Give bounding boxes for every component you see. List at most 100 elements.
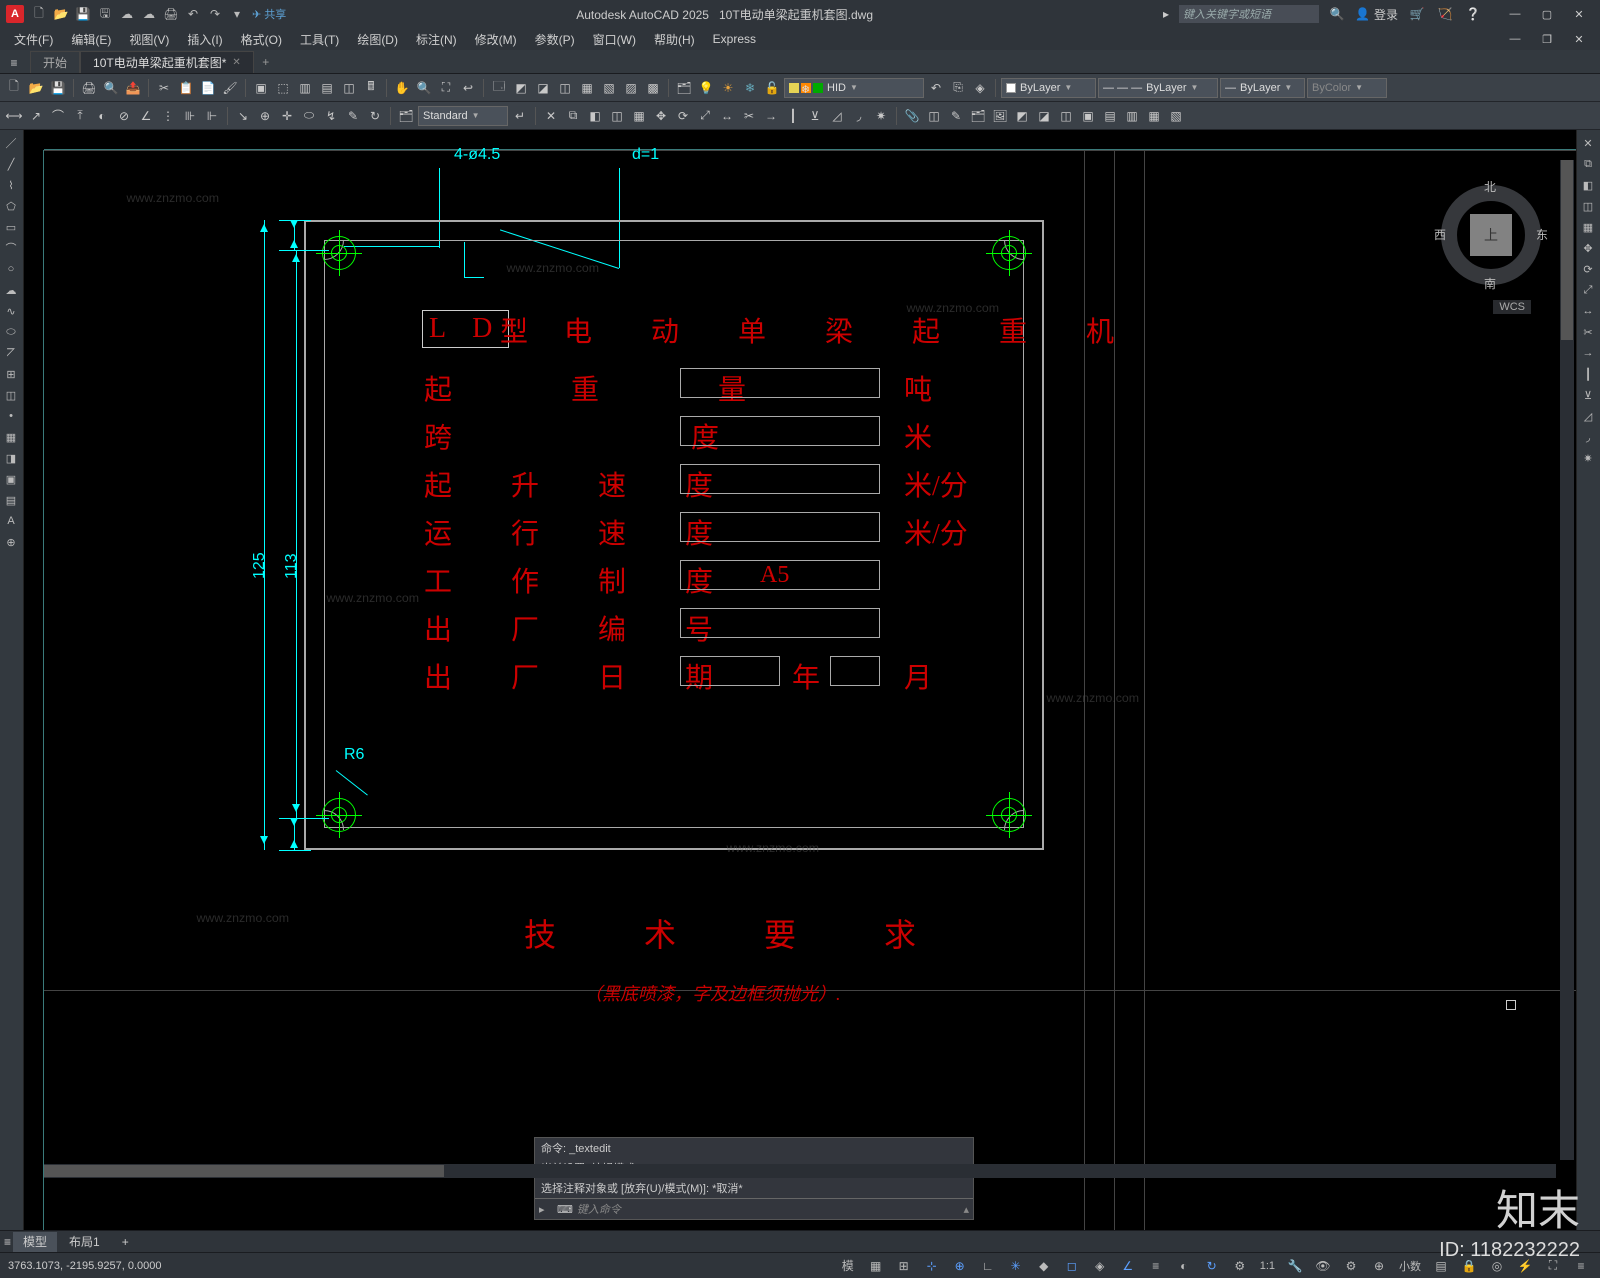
layer-iso-icon[interactable]: ◈ xyxy=(970,78,990,98)
tab-model[interactable]: 模型 xyxy=(13,1232,57,1252)
chamfer2-icon[interactable]: ◿ xyxy=(1579,407,1597,425)
hatch-icon[interactable]: ▦ xyxy=(2,428,20,446)
scrollbar-vertical[interactable] xyxy=(1560,160,1574,1160)
ref-attach-icon[interactable]: 📎 xyxy=(902,106,922,126)
t3-icon[interactable]: ◪ xyxy=(533,78,553,98)
layer-states-icon[interactable]: ⎘ xyxy=(948,78,968,98)
dynamic-input-toggle[interactable]: ⊕ xyxy=(949,1256,971,1276)
dim-baseline-icon[interactable]: ⊪ xyxy=(180,106,200,126)
array2-icon[interactable]: ▦ xyxy=(1579,218,1597,236)
dim-diameter-icon[interactable]: ⊘ xyxy=(114,106,134,126)
pan-icon[interactable]: ✋ xyxy=(392,78,412,98)
menu-tools[interactable]: 工具(T) xyxy=(292,29,347,49)
leader-icon[interactable]: ↘ xyxy=(233,106,253,126)
scrollbar-horizontal[interactable] xyxy=(44,1164,1556,1178)
wcs-label[interactable]: WCS xyxy=(1493,300,1531,314)
misc1-icon[interactable]: ◩ xyxy=(1012,106,1032,126)
menu-format[interactable]: 格式(O) xyxy=(233,29,290,49)
linetype-select[interactable]: — — —ByLayer▼ xyxy=(1098,78,1218,98)
menu-dimension[interactable]: 标注(N) xyxy=(408,29,465,49)
t5-icon[interactable]: ▦ xyxy=(577,78,597,98)
command-line[interactable]: 命令: _textedit 当前设置: 编辑模式 = Multiple 选择注释… xyxy=(534,1137,974,1220)
annomon-icon[interactable]: ⊕ xyxy=(1368,1256,1390,1276)
copy-icon[interactable]: 📋 xyxy=(176,78,196,98)
t8-icon[interactable]: ▩ xyxy=(643,78,663,98)
fillet2-icon[interactable]: ◞ xyxy=(1579,428,1597,446)
center-icon[interactable]: ✛ xyxy=(277,106,297,126)
doc-minimize-button[interactable]: — xyxy=(1500,30,1530,48)
menu-help[interactable]: 帮助(H) xyxy=(646,29,703,49)
extend-icon[interactable]: → xyxy=(761,106,781,126)
plotstyle-select[interactable]: ByColor▼ xyxy=(1307,78,1387,98)
menu-file[interactable]: 文件(F) xyxy=(6,29,61,49)
dim-continue-icon[interactable]: ⊩ xyxy=(202,106,222,126)
fillet-icon[interactable]: ◞ xyxy=(849,106,869,126)
rotate-icon[interactable]: ⟳ xyxy=(673,106,693,126)
transp-toggle[interactable]: ◐ xyxy=(1173,1256,1195,1276)
dim-angular-icon[interactable]: ∠ xyxy=(136,106,156,126)
misc5-icon[interactable]: ▤ xyxy=(1100,106,1120,126)
save-icon[interactable]: 💾 xyxy=(74,5,92,23)
share-button[interactable]: ✈ 共享 xyxy=(252,6,286,22)
menu-window[interactable]: 窗口(W) xyxy=(585,29,644,49)
stretch-icon[interactable]: ↔ xyxy=(717,106,737,126)
dim-style-icon[interactable]: 🗂 xyxy=(396,106,416,126)
autodesk-app-icon[interactable]: 🛒 xyxy=(1408,5,1426,23)
undo-icon[interactable]: ↶ xyxy=(184,5,202,23)
preview-icon[interactable]: 🔍 xyxy=(101,78,121,98)
inspect-icon[interactable]: ⬭ xyxy=(299,106,319,126)
menu-modify[interactable]: 修改(M) xyxy=(467,29,525,49)
ucs-icon[interactable]: ⬚ xyxy=(273,78,293,98)
lineweight-select[interactable]: —ByLayer▼ xyxy=(1220,78,1305,98)
block-icon[interactable]: ▣ xyxy=(251,78,271,98)
color-select[interactable]: ByLayer▼ xyxy=(1001,78,1096,98)
save2-icon[interactable]: 💾 xyxy=(48,78,68,98)
dim-radius-icon[interactable]: ◐ xyxy=(92,106,112,126)
misc7-icon[interactable]: ▦ xyxy=(1144,106,1164,126)
drawing-canvas[interactable]: 4-ø4.5 d=1 xyxy=(44,150,1576,1230)
tool-palettes-icon[interactable]: ▥ xyxy=(295,78,315,98)
start-tab-menu-icon[interactable]: ≡ xyxy=(4,53,24,73)
cmd-menu-icon[interactable]: ▴ xyxy=(963,1203,969,1216)
region-icon[interactable]: ▣ xyxy=(2,470,20,488)
doc-restore-button[interactable]: ❐ xyxy=(1532,30,1562,48)
copy3-icon[interactable]: ⧉ xyxy=(563,106,583,126)
dim-arc-icon[interactable]: ⌒ xyxy=(48,106,68,126)
bulb-icon[interactable]: 💡 xyxy=(696,78,716,98)
qnew-icon[interactable]: 🗋 xyxy=(4,78,24,98)
cmd-chevron-icon[interactable]: ▸ xyxy=(539,1203,553,1216)
insert-icon[interactable]: ⊞ xyxy=(2,365,20,383)
move2-icon[interactable]: ✥ xyxy=(1579,239,1597,257)
lwt-toggle[interactable]: ≡ xyxy=(1145,1256,1167,1276)
revcloud-icon[interactable]: ☁ xyxy=(2,281,20,299)
ellipse-icon[interactable]: ⬭ xyxy=(2,323,20,341)
osnap-toggle[interactable]: ◻ xyxy=(1061,1256,1083,1276)
doc-close-button[interactable]: ✕ xyxy=(1564,30,1594,48)
lock-icon[interactable]: 🔓 xyxy=(762,78,782,98)
menu-draw[interactable]: 绘图(D) xyxy=(349,29,406,49)
t4-icon[interactable]: ◫ xyxy=(555,78,575,98)
mtext-icon[interactable]: A xyxy=(2,512,20,530)
break2-icon[interactable]: ┃ xyxy=(1579,365,1597,383)
search-caret-icon[interactable]: ▸ xyxy=(1163,7,1169,21)
print-icon[interactable]: 🖨 xyxy=(79,78,99,98)
sheet-set-icon[interactable]: ▤ xyxy=(317,78,337,98)
misc4-icon[interactable]: ▣ xyxy=(1078,106,1098,126)
misc2-icon[interactable]: ◪ xyxy=(1034,106,1054,126)
explode-icon[interactable]: ✷ xyxy=(871,106,891,126)
jogged-icon[interactable]: ↯ xyxy=(321,106,341,126)
layout-tabs-menu-icon[interactable]: ≡ xyxy=(4,1235,11,1249)
matchprop-icon[interactable]: 🖌 xyxy=(220,78,240,98)
make-block-icon[interactable]: ◫ xyxy=(2,386,20,404)
stretch2-icon[interactable]: ↔ xyxy=(1579,302,1597,320)
pline-icon[interactable]: ⌇ xyxy=(2,176,20,194)
menu-edit[interactable]: 编辑(E) xyxy=(63,29,119,49)
circle-icon[interactable]: ○ xyxy=(2,260,20,278)
t6-icon[interactable]: ▧ xyxy=(599,78,619,98)
mirror-icon[interactable]: ◧ xyxy=(585,106,605,126)
minimize-button[interactable]: — xyxy=(1500,5,1530,23)
dim-quick-icon[interactable]: ⋮ xyxy=(158,106,178,126)
quick-toggle[interactable]: ⚙ xyxy=(1229,1256,1251,1276)
erase-icon[interactable]: ✕ xyxy=(541,106,561,126)
gradient-icon[interactable]: ◨ xyxy=(2,449,20,467)
